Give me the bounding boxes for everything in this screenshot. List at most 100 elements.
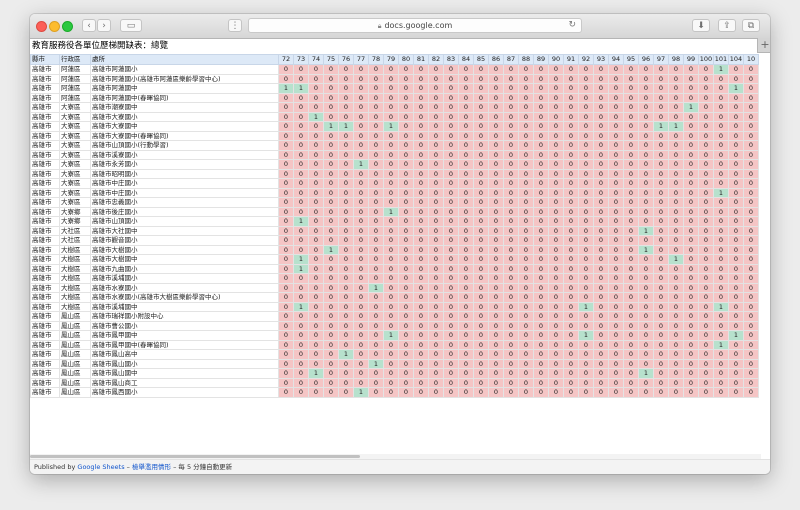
cell-value[interactable]: 0 — [548, 92, 564, 103]
cell-value[interactable]: 0 — [488, 168, 504, 179]
cell-value[interactable]: 0 — [593, 130, 609, 141]
cell-value[interactable]: 0 — [713, 263, 729, 274]
cell-value[interactable]: 0 — [698, 387, 714, 398]
cell-value[interactable]: 0 — [563, 140, 579, 151]
cell-value[interactable]: 0 — [518, 178, 534, 189]
cell-value[interactable]: 0 — [548, 187, 564, 198]
cell-value[interactable]: 0 — [488, 377, 504, 388]
cell-value[interactable]: 0 — [413, 73, 429, 84]
cell-value[interactable]: 0 — [458, 320, 474, 331]
cell-city[interactable]: 高雄市 — [30, 263, 60, 274]
cell-value[interactable]: 0 — [383, 320, 399, 331]
cell-value[interactable]: 0 — [653, 130, 669, 141]
cell-value[interactable]: 0 — [488, 244, 504, 255]
cell-value[interactable]: 0 — [428, 282, 444, 293]
cell-value[interactable]: 0 — [383, 159, 399, 170]
cell-value[interactable]: 0 — [383, 244, 399, 255]
cell-value[interactable]: 0 — [683, 225, 699, 236]
cell-value[interactable]: 0 — [488, 235, 504, 246]
cell-value[interactable]: 0 — [638, 263, 654, 274]
cell-value[interactable]: 0 — [458, 92, 474, 103]
cell-value[interactable]: 0 — [713, 244, 729, 255]
cell-value[interactable]: 0 — [443, 273, 459, 284]
cell-value[interactable]: 0 — [683, 292, 699, 303]
cell-value[interactable]: 0 — [728, 149, 744, 160]
cell-value[interactable]: 1 — [728, 83, 744, 94]
cell-site[interactable]: 高雄市水寮國小(高雄市大樹區樂齡學習中心) — [90, 292, 279, 303]
cell-value[interactable]: 0 — [638, 168, 654, 179]
cell-value[interactable]: 0 — [683, 339, 699, 350]
cell-value[interactable]: 0 — [563, 301, 579, 312]
cell-value[interactable]: 0 — [563, 387, 579, 398]
cell-value[interactable]: 0 — [323, 311, 339, 322]
cell-value[interactable]: 1 — [293, 254, 309, 265]
cell-value[interactable]: 0 — [368, 273, 384, 284]
cell-value[interactable]: 0 — [683, 130, 699, 141]
cell-value[interactable]: 0 — [323, 73, 339, 84]
cell-value[interactable]: 0 — [623, 301, 639, 312]
cell-value[interactable]: 0 — [503, 320, 519, 331]
cell-value[interactable]: 0 — [353, 235, 369, 246]
cell-value[interactable]: 0 — [653, 102, 669, 113]
cell-value[interactable]: 0 — [278, 102, 294, 113]
cell-value[interactable]: 0 — [743, 140, 759, 151]
cell-value[interactable]: 0 — [368, 64, 384, 75]
cell-value[interactable]: 0 — [458, 178, 474, 189]
cell-value[interactable]: 0 — [473, 254, 489, 265]
cell-value[interactable]: 0 — [578, 320, 594, 331]
cell-value[interactable]: 0 — [638, 111, 654, 122]
cell-value[interactable]: 0 — [473, 273, 489, 284]
cell-value[interactable]: 0 — [398, 206, 414, 217]
cell-value[interactable]: 0 — [338, 301, 354, 312]
cell-value[interactable]: 0 — [683, 377, 699, 388]
cell-value[interactable]: 0 — [653, 387, 669, 398]
cell-value[interactable]: 0 — [713, 377, 729, 388]
cell-value[interactable]: 0 — [323, 64, 339, 75]
cell-value[interactable]: 0 — [563, 273, 579, 284]
cell-value[interactable]: 0 — [743, 206, 759, 217]
cell-value[interactable]: 0 — [743, 254, 759, 265]
cell-value[interactable]: 0 — [503, 387, 519, 398]
cell-value[interactable]: 0 — [728, 244, 744, 255]
cell-value[interactable]: 0 — [608, 358, 624, 369]
cell-value[interactable]: 0 — [608, 330, 624, 341]
cell-value[interactable]: 0 — [578, 377, 594, 388]
cell-value[interactable]: 0 — [578, 311, 594, 322]
cell-value[interactable]: 0 — [308, 187, 324, 198]
cell-value[interactable]: 0 — [563, 216, 579, 227]
cell-value[interactable]: 0 — [353, 263, 369, 274]
cell-city[interactable]: 高雄市 — [30, 216, 60, 227]
cell-value[interactable]: 0 — [623, 121, 639, 132]
cell-value[interactable]: 0 — [653, 263, 669, 274]
cell-value[interactable]: 0 — [638, 149, 654, 160]
cell-value[interactable]: 0 — [653, 159, 669, 170]
cell-value[interactable]: 0 — [653, 358, 669, 369]
cell-value[interactable]: 0 — [668, 225, 684, 236]
cell-value[interactable]: 0 — [503, 349, 519, 360]
cell-value[interactable]: 0 — [668, 206, 684, 217]
cell-value[interactable]: 0 — [443, 282, 459, 293]
cell-value[interactable]: 0 — [308, 92, 324, 103]
cell-value[interactable]: 0 — [458, 83, 474, 94]
cell-value[interactable]: 0 — [668, 330, 684, 341]
cell-value[interactable]: 0 — [278, 368, 294, 379]
cell-value[interactable]: 0 — [593, 149, 609, 160]
cell-value[interactable]: 0 — [413, 83, 429, 94]
cell-value[interactable]: 0 — [563, 149, 579, 160]
cell-value[interactable]: 0 — [368, 244, 384, 255]
column-header[interactable]: 100 — [698, 54, 714, 65]
cell-district[interactable]: 鳳山區 — [59, 358, 91, 369]
column-header[interactable]: 88 — [518, 54, 534, 65]
cell-value[interactable]: 0 — [413, 235, 429, 246]
cell-value[interactable]: 0 — [743, 73, 759, 84]
cell-value[interactable]: 0 — [608, 254, 624, 265]
cell-value[interactable]: 0 — [473, 121, 489, 132]
cell-value[interactable]: 0 — [278, 197, 294, 208]
cell-value[interactable]: 0 — [443, 111, 459, 122]
cell-site[interactable]: 高雄市阿蓮國小 — [90, 64, 279, 75]
cell-value[interactable]: 0 — [683, 368, 699, 379]
cell-value[interactable]: 0 — [608, 197, 624, 208]
cell-value[interactable]: 0 — [413, 244, 429, 255]
cell-value[interactable]: 0 — [368, 292, 384, 303]
cell-value[interactable]: 0 — [353, 64, 369, 75]
